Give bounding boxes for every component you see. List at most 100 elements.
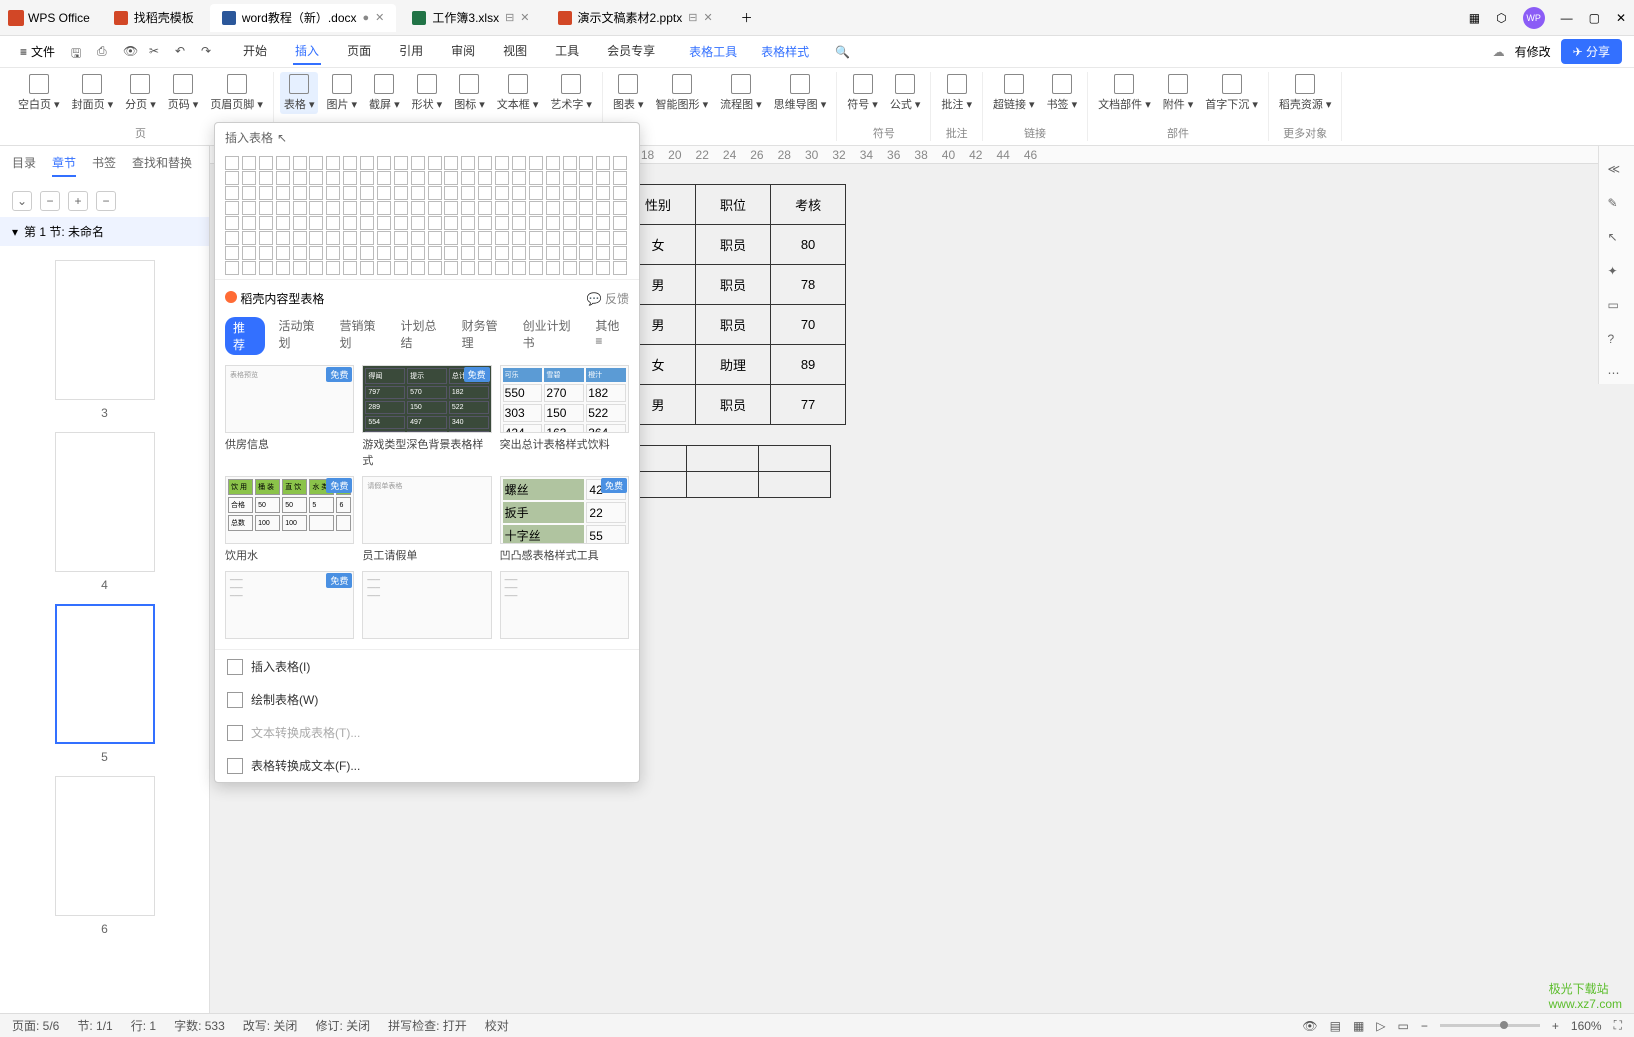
grid-cell[interactable]	[377, 231, 391, 245]
context-tab-table-tools[interactable]: 表格工具	[687, 39, 739, 64]
grid-cell[interactable]	[225, 156, 239, 170]
table-btn[interactable]: 表格 ▾	[280, 72, 319, 114]
feedback-link[interactable]: 💬 反馈	[587, 290, 629, 307]
grid-cell[interactable]	[343, 186, 357, 200]
proof-status[interactable]: 校对	[485, 1017, 509, 1034]
grid-cell[interactable]	[461, 231, 475, 245]
grid-cell[interactable]	[242, 261, 256, 275]
grid-cell[interactable]	[428, 231, 442, 245]
attachment[interactable]: 附件 ▾	[1159, 72, 1198, 114]
file-menu[interactable]: ≡文件	[12, 43, 63, 60]
grid-cell[interactable]	[225, 186, 239, 200]
tab-word-doc[interactable]: word教程（新）.docx●✕	[210, 4, 397, 32]
grid-cell[interactable]	[411, 216, 425, 230]
grid-cell[interactable]	[377, 186, 391, 200]
category-tab[interactable]: 推荐	[225, 317, 265, 355]
grid-cell[interactable]	[242, 231, 256, 245]
grid-cell[interactable]	[428, 186, 442, 200]
page-thumb-4[interactable]	[55, 432, 155, 572]
menu-tab-6[interactable]: 工具	[553, 38, 581, 65]
fit-icon[interactable]: ⛶	[1614, 1018, 1622, 1033]
grid-cell[interactable]	[478, 231, 492, 245]
grid-cell[interactable]	[360, 186, 374, 200]
grid-cell[interactable]	[259, 216, 273, 230]
grid-cell[interactable]	[529, 156, 543, 170]
formula[interactable]: 公式 ▾	[886, 72, 925, 114]
grid-cell[interactable]	[276, 246, 290, 260]
grid-cell[interactable]	[529, 186, 543, 200]
grid-cell[interactable]	[444, 216, 458, 230]
page-thumb-6[interactable]	[55, 776, 155, 916]
grid-cell[interactable]	[512, 171, 526, 185]
grid-cell[interactable]	[428, 216, 442, 230]
shape[interactable]: 形状 ▾	[408, 72, 447, 114]
grid-cell[interactable]	[293, 216, 307, 230]
grid-cell[interactable]	[276, 216, 290, 230]
grid-cell[interactable]	[428, 201, 442, 215]
grid-cell[interactable]	[529, 171, 543, 185]
grid-cell[interactable]	[563, 156, 577, 170]
grid-cell[interactable]	[512, 216, 526, 230]
grid-cell[interactable]	[444, 186, 458, 200]
grid-cell[interactable]	[242, 171, 256, 185]
grid-cell[interactable]	[461, 186, 475, 200]
grid-cell[interactable]	[613, 231, 627, 245]
grid-cell[interactable]	[495, 216, 509, 230]
grid-cell[interactable]	[411, 246, 425, 260]
grid-cell[interactable]	[343, 156, 357, 170]
view-page-icon[interactable]: ▤	[1330, 1019, 1341, 1033]
grid-cell[interactable]	[225, 231, 239, 245]
grid-cell[interactable]	[512, 261, 526, 275]
table-header[interactable]: 考核	[771, 185, 846, 225]
menu-tab-1[interactable]: 插入	[293, 38, 321, 65]
grid-cell[interactable]	[546, 171, 560, 185]
grid-cell[interactable]	[276, 231, 290, 245]
grid-cell[interactable]	[276, 201, 290, 215]
grid-cell[interactable]	[360, 156, 374, 170]
grid-cell[interactable]	[478, 246, 492, 260]
nav-tab-2[interactable]: 书签	[92, 154, 116, 177]
cube-icon[interactable]: ⬡	[1496, 11, 1506, 25]
grid-cell[interactable]	[546, 246, 560, 260]
grid-cell[interactable]	[225, 171, 239, 185]
grid-cell[interactable]	[360, 201, 374, 215]
tab-excel-doc[interactable]: 工作簿3.xlsx⊟✕	[400, 4, 541, 32]
zoom-in-icon[interactable]: +	[1552, 1019, 1559, 1033]
grid-cell[interactable]	[596, 231, 610, 245]
grid-cell[interactable]	[478, 171, 492, 185]
grid-cell[interactable]	[563, 246, 577, 260]
comment[interactable]: 批注 ▾	[937, 72, 976, 114]
grid-cell[interactable]	[563, 186, 577, 200]
grid-cell[interactable]	[326, 201, 340, 215]
grid-cell[interactable]	[512, 156, 526, 170]
grid-cell[interactable]	[225, 246, 239, 260]
cloud-icon[interactable]: ☁	[1493, 45, 1505, 59]
grid-cell[interactable]	[495, 246, 509, 260]
grid-cell[interactable]	[596, 156, 610, 170]
grid-cell[interactable]	[293, 246, 307, 260]
grid-cell[interactable]	[596, 261, 610, 275]
preview-icon[interactable]: 👁	[123, 44, 139, 60]
grid-cell[interactable]	[259, 186, 273, 200]
grid-cell[interactable]	[613, 201, 627, 215]
grid-cell[interactable]	[242, 186, 256, 200]
grid-cell[interactable]	[546, 261, 560, 275]
grid-cell[interactable]	[579, 201, 593, 215]
section-item[interactable]: ▾ 第 1 节: 未命名	[0, 217, 209, 246]
new-tab-button[interactable]: ＋	[729, 4, 765, 32]
grid-cell[interactable]	[546, 216, 560, 230]
grid-cell[interactable]	[343, 216, 357, 230]
grid-cell[interactable]	[326, 261, 340, 275]
category-tab[interactable]: 财务管理	[462, 317, 509, 355]
undo-icon[interactable]: ↶	[175, 44, 191, 60]
context-tab-table-style[interactable]: 表格样式	[759, 39, 811, 64]
textbox[interactable]: 文本框 ▾	[493, 72, 543, 114]
grid-cell[interactable]	[596, 201, 610, 215]
words-status[interactable]: 字数: 533	[174, 1017, 225, 1034]
close-window-icon[interactable]: ✕	[1616, 11, 1626, 25]
symbol[interactable]: 符号 ▾	[843, 72, 882, 114]
bookmark[interactable]: 书签 ▾	[1043, 72, 1082, 114]
grid-cell[interactable]	[343, 261, 357, 275]
grid-cell[interactable]	[394, 201, 408, 215]
dropcap[interactable]: 首字下沉 ▾	[1201, 72, 1262, 114]
